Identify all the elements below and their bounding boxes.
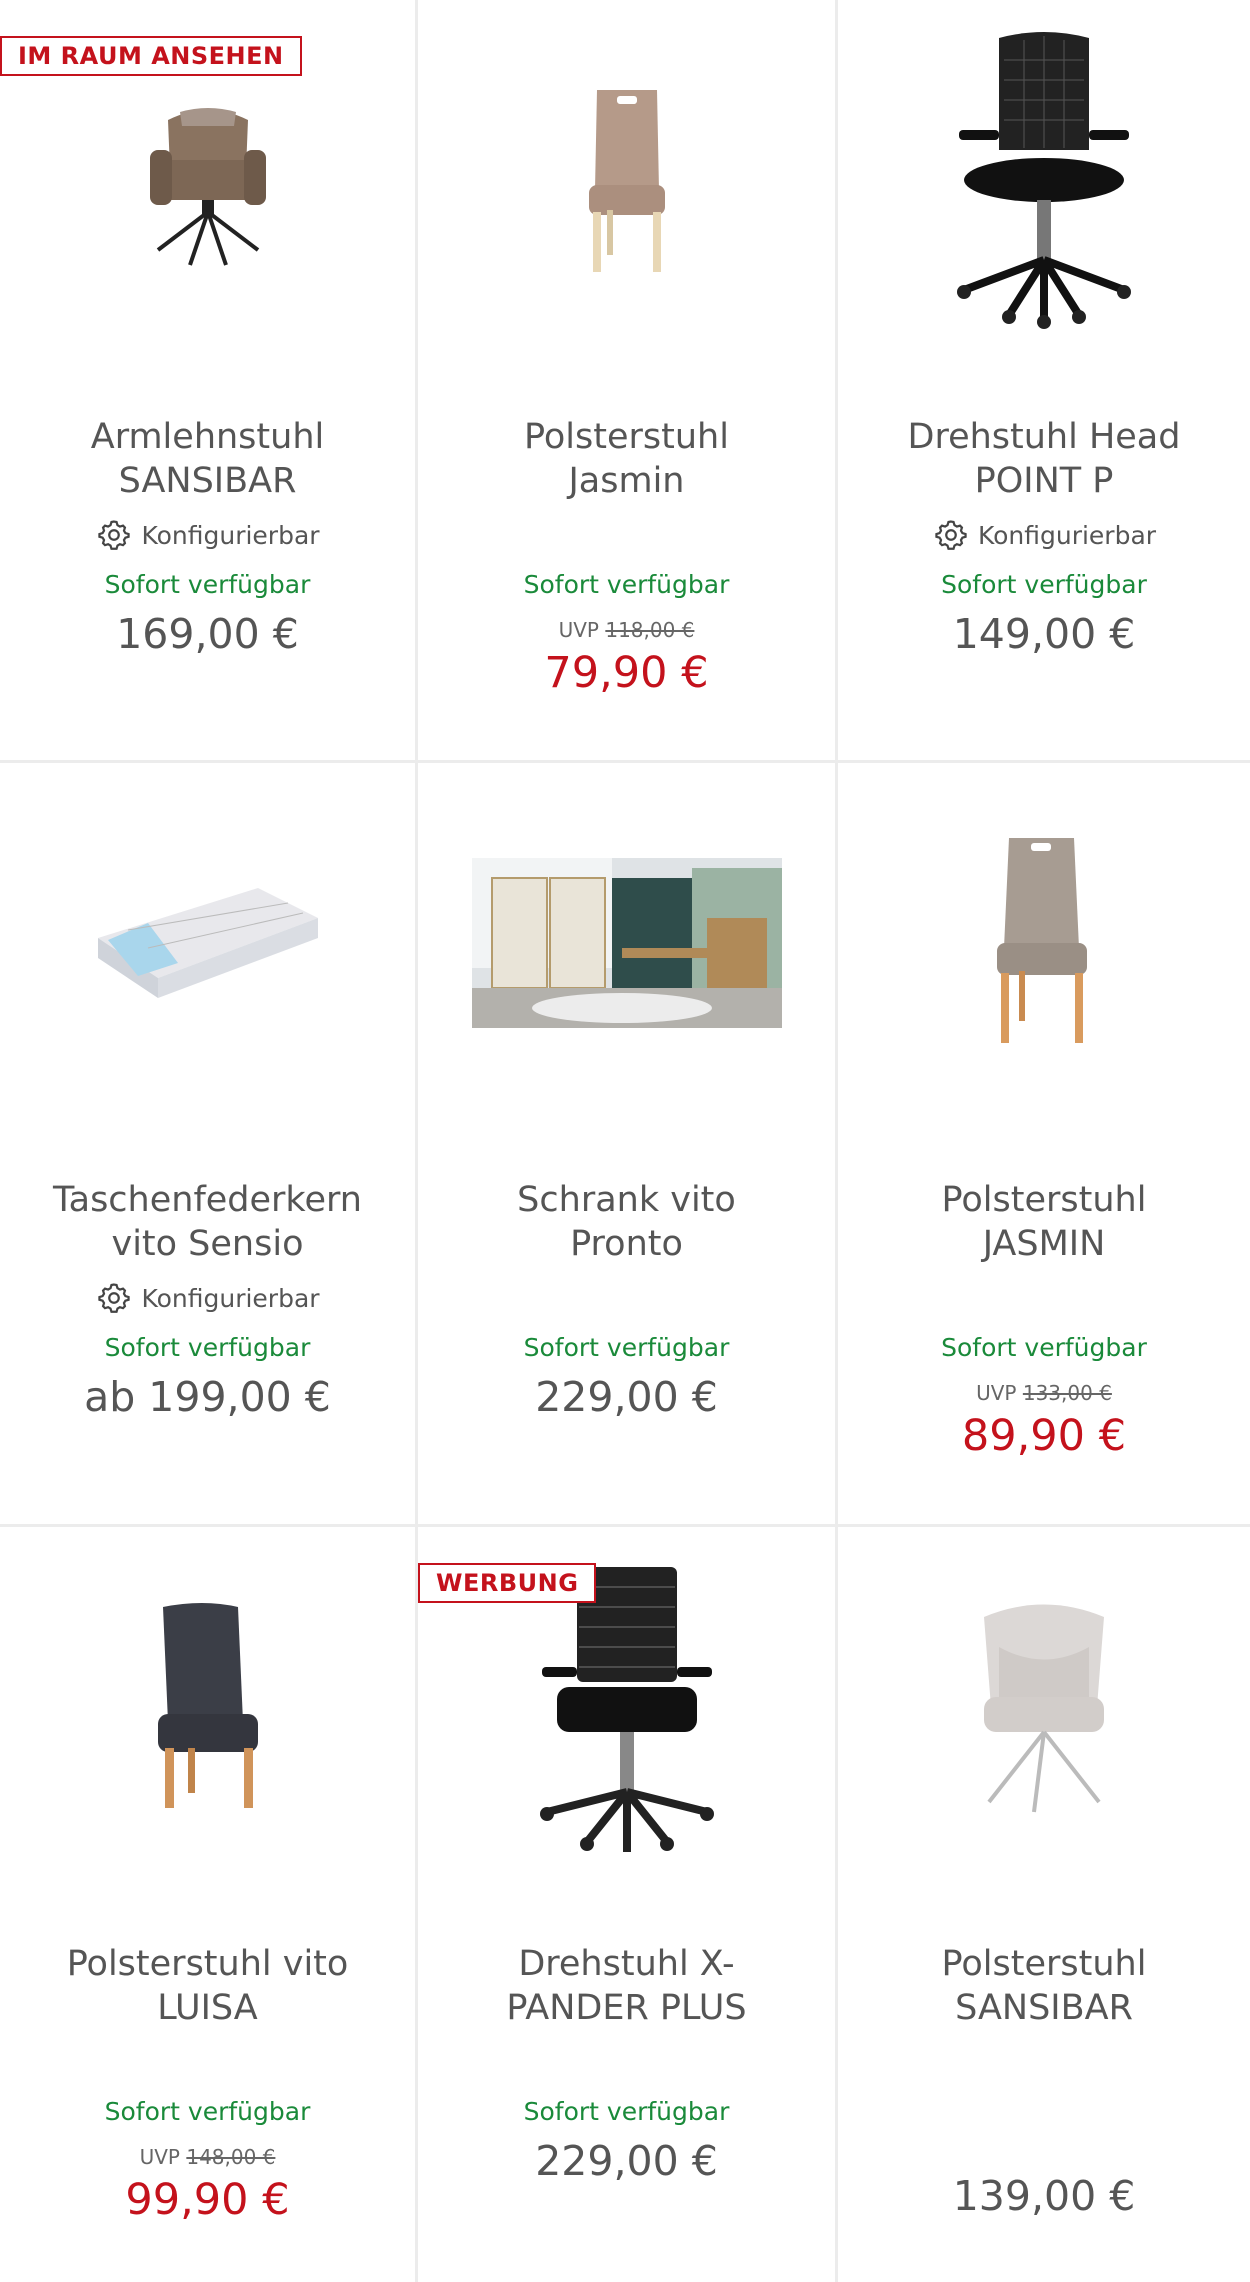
product-image[interactable] [838, 783, 1250, 1103]
view-in-room-badge[interactable]: IM RAUM ANSEHEN [0, 36, 302, 76]
title-line: Armlehnstuhl [90, 417, 325, 457]
uvp-label: UVP [558, 618, 599, 642]
product-card[interactable]: Polsterstuhl Jasmin Sofort verfügbar UVP… [418, 0, 838, 763]
price: 139,00 € [952, 2172, 1136, 2220]
product-title[interactable]: Taschenfederkern vito Sensio [20, 1178, 395, 1266]
title-line: JASMIN [982, 1224, 1106, 1264]
armchair-image [149, 108, 266, 266]
title-line: Polsterstuhl [524, 417, 729, 457]
price: 229,00 € [535, 1373, 718, 1421]
title-line: Polsterstuhl [941, 1180, 1147, 1220]
title-line: SANSIBAR [118, 461, 297, 501]
price: 149,00 € [952, 610, 1136, 658]
product-grid: Armlehnstuhl SANSIBAR Konfigurierbar Sof… [0, 0, 1250, 2282]
product-title[interactable]: Drehstuhl X- PANDER PLUS [438, 1942, 815, 2030]
chair-image [157, 1603, 258, 1808]
title-line: Drehstuhl X- [518, 1944, 735, 1984]
uvp-price: UVP 118,00 € [418, 618, 835, 642]
configurable-text: Konfigurierbar [141, 1283, 320, 1313]
chair-image [588, 90, 665, 272]
availability-text: Sofort verfügbar [104, 2097, 311, 2126]
product-title[interactable]: Polsterstuhl Jasmin [438, 415, 815, 503]
title-line: vito Sensio [111, 1224, 304, 1264]
product-card[interactable]: Polsterstuhl SANSIBAR 139,00 € [838, 1527, 1250, 2282]
configurable-label: Konfigurierbar [0, 516, 415, 554]
product-title[interactable]: Armlehnstuhl SANSIBAR [20, 415, 395, 503]
office-chair-image [957, 32, 1131, 329]
availability-text: Sofort verfügbar [941, 1333, 1147, 1362]
availability-text: Sofort verfügbar [523, 2097, 730, 2126]
product-title[interactable]: Polsterstuhl JASMIN [858, 1178, 1230, 1266]
title-line: SANSIBAR [955, 1988, 1133, 2028]
product-image[interactable] [418, 783, 835, 1103]
mattress-image [97, 888, 318, 998]
product-title[interactable]: Drehstuhl Head POINT P [858, 415, 1230, 503]
product-card[interactable]: Taschenfederkern vito Sensio Konfigurier… [0, 763, 418, 1527]
uvp-old-price: 118,00 € [605, 618, 695, 642]
availability-text: Sofort verfügbar [941, 570, 1147, 599]
product-title[interactable]: Schrank vito Pronto [438, 1178, 815, 1266]
gear-icon [95, 1279, 133, 1317]
uvp-old-price: 133,00 € [1022, 1381, 1112, 1405]
product-title[interactable]: Polsterstuhl vito LUISA [20, 1942, 395, 2030]
armchair-image [984, 1604, 1104, 1813]
title-line: POINT P [974, 461, 1114, 501]
configurable-text: Konfigurierbar [977, 520, 1157, 550]
product-image[interactable] [418, 20, 835, 340]
product-card[interactable]: Polsterstuhl JASMIN Sofort verfügbar UVP… [838, 763, 1250, 1527]
configurable-label: Konfigurierbar [838, 516, 1250, 554]
title-line: PANDER PLUS [506, 1988, 747, 2028]
product-card[interactable]: Schrank vito Pronto Sofort verfügbar 229… [418, 763, 838, 1527]
gear-icon [932, 516, 970, 554]
product-card[interactable]: Drehstuhl X- PANDER PLUS Sofort verfügba… [418, 1527, 838, 2282]
room-scene-image [471, 858, 782, 1028]
title-line: Drehstuhl Head [907, 417, 1181, 457]
configurable-label: Konfigurierbar [0, 1279, 415, 1317]
title-line: Taschenfederkern [53, 1180, 362, 1220]
product-card[interactable]: Drehstuhl Head POINT P Konfigurierbar So… [838, 0, 1250, 763]
sale-price: 89,90 € [961, 1411, 1127, 1461]
price: ab 199,00 € [84, 1373, 331, 1421]
uvp-price: UVP 148,00 € [0, 2145, 415, 2169]
price: 229,00 € [535, 2137, 718, 2185]
uvp-label: UVP [139, 2145, 180, 2169]
availability-text: Sofort verfügbar [104, 1333, 311, 1362]
advertising-badge: WERBUNG [418, 1563, 597, 1603]
uvp-price: UVP 133,00 € [838, 1381, 1250, 1405]
product-card[interactable]: Armlehnstuhl SANSIBAR Konfigurierbar Sof… [0, 0, 418, 763]
sale-price: 99,90 € [125, 2175, 290, 2225]
availability-text: Sofort verfügbar [523, 570, 730, 599]
gear-icon [95, 516, 133, 554]
price: 169,00 € [116, 610, 299, 658]
title-line: Pronto [570, 1224, 683, 1264]
uvp-old-price: 148,00 € [186, 2145, 276, 2169]
product-image[interactable] [838, 20, 1250, 340]
availability-text: Sofort verfügbar [104, 570, 311, 599]
title-line: Jasmin [568, 461, 685, 501]
sale-price: 79,90 € [544, 648, 709, 698]
configurable-text: Konfigurierbar [141, 520, 320, 550]
product-image[interactable] [0, 783, 415, 1103]
title-line: LUISA [157, 1988, 258, 2028]
product-image[interactable] [838, 1547, 1250, 1867]
chair-image [997, 838, 1087, 1043]
product-card[interactable]: Polsterstuhl vito LUISA Sofort verfügbar… [0, 1527, 418, 2282]
title-line: Schrank vito [517, 1180, 736, 1220]
availability-text: Sofort verfügbar [523, 1333, 730, 1362]
title-line: Polsterstuhl [941, 1944, 1147, 1984]
product-title[interactable]: Polsterstuhl SANSIBAR [858, 1942, 1230, 2030]
product-image[interactable] [0, 1547, 415, 1867]
title-line: Polsterstuhl vito [66, 1944, 349, 1984]
uvp-label: UVP [976, 1381, 1017, 1405]
